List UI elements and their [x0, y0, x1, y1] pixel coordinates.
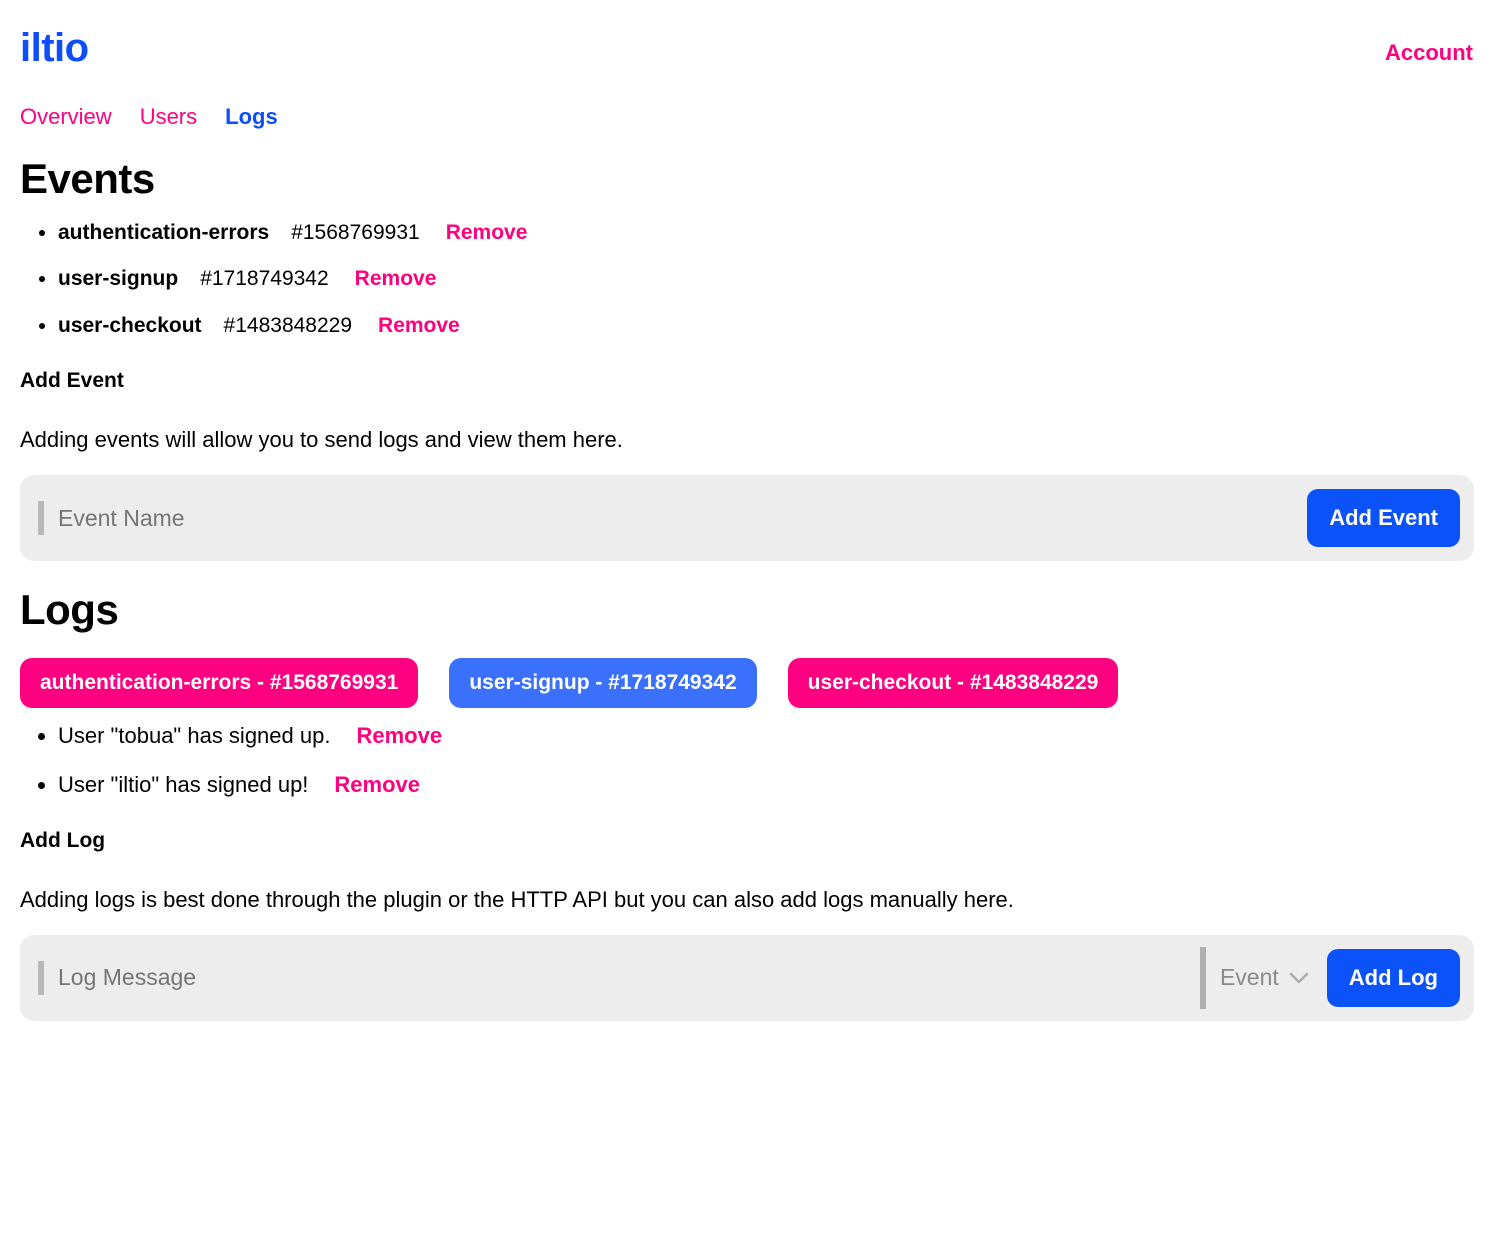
- nav-item-overview[interactable]: Overview: [20, 104, 112, 130]
- page-root: iltio Account Overview Users Logs Events…: [0, 0, 1494, 1021]
- add-log-heading: Add Log: [20, 829, 1474, 853]
- logs-heading: Logs: [20, 587, 1474, 633]
- event-name: user-signup: [58, 267, 178, 290]
- event-remove-link[interactable]: Remove: [446, 221, 528, 244]
- log-filter-pills: authentication-errors - #1568769931 user…: [20, 658, 1474, 708]
- log-filter-pill-authentication-errors[interactable]: authentication-errors - #1568769931: [20, 658, 418, 708]
- event-list-item: user-checkout #1483848229 Remove: [58, 313, 1474, 339]
- logs-list: User "tobua" has signed up.Remove User "…: [20, 722, 1474, 799]
- app-logo: iltio: [20, 28, 89, 68]
- event-id: #1718749342: [200, 267, 328, 290]
- add-event-panel: Add Event: [20, 475, 1474, 561]
- log-filter-pill-user-checkout[interactable]: user-checkout - #1483848229: [788, 658, 1119, 708]
- event-list-item: authentication-errors #1568769931 Remove: [58, 220, 1474, 246]
- event-name-input[interactable]: [44, 504, 1307, 533]
- event-name: authentication-errors: [58, 221, 269, 244]
- nav-item-users[interactable]: Users: [140, 104, 197, 130]
- add-event-button[interactable]: Add Event: [1307, 489, 1460, 547]
- event-id: #1483848229: [224, 314, 352, 337]
- log-message: User "tobua" has signed up.: [58, 723, 330, 748]
- log-list-item: User "tobua" has signed up. Remove: [58, 722, 1474, 750]
- add-log-panel: Event Add Log: [20, 935, 1474, 1021]
- add-event-description: Adding events will allow you to send log…: [20, 427, 1474, 453]
- events-list: authentication-errors #1568769931 Remove u…: [20, 220, 1474, 339]
- add-event-heading: Add Event: [20, 369, 1474, 393]
- account-link[interactable]: Account: [1385, 42, 1473, 64]
- log-message: User "iltio" has signed up!: [58, 772, 308, 797]
- event-select[interactable]: Event: [1206, 964, 1327, 991]
- add-log-button[interactable]: Add Log: [1327, 949, 1460, 1007]
- nav-item-logs[interactable]: Logs: [225, 104, 278, 130]
- event-remove-link[interactable]: Remove: [355, 267, 437, 290]
- top-bar: iltio Account: [20, 22, 1474, 84]
- log-remove-link[interactable]: Remove: [356, 723, 442, 748]
- log-message-input[interactable]: [44, 963, 1190, 992]
- event-select-label: Event: [1220, 964, 1279, 991]
- event-id: #1568769931: [291, 221, 419, 244]
- log-filter-pill-user-signup[interactable]: user-signup - #1718749342: [449, 658, 756, 708]
- log-remove-link[interactable]: Remove: [334, 772, 420, 797]
- add-log-description: Adding logs is best done through the plu…: [20, 887, 1474, 913]
- main-nav: Overview Users Logs: [20, 104, 1474, 130]
- event-list-item: user-signup #1718749342 Remove: [58, 266, 1474, 292]
- event-remove-link[interactable]: Remove: [378, 314, 460, 337]
- log-list-item: User "iltio" has signed up! Remove: [58, 771, 1474, 799]
- events-heading: Events: [20, 156, 1474, 202]
- event-name: user-checkout: [58, 314, 202, 337]
- chevron-down-icon: [1289, 972, 1309, 984]
